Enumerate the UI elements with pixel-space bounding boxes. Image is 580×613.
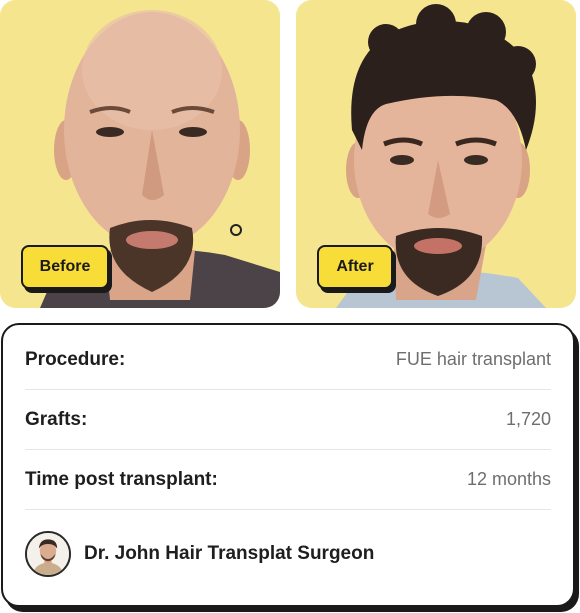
detail-label: Grafts: <box>25 408 88 430</box>
before-photo-card: Before <box>0 0 280 308</box>
surgeon-name: Dr. John Hair Transplat Surgeon <box>84 543 375 564</box>
before-label: Before <box>21 245 109 289</box>
detail-label: Time post transplant: <box>25 468 218 490</box>
detail-value: FUE hair transplant <box>395 349 551 369</box>
after-label: After <box>317 245 393 289</box>
procedure-details-card: Procedure: FUE hair transplant Grafts: 1… <box>1 323 575 607</box>
detail-label: Procedure: <box>25 348 126 370</box>
detail-value: 1,720 <box>505 409 551 429</box>
surgeon-avatar-icon <box>27 533 69 575</box>
detail-row-grafts: Grafts: 1,720 <box>25 390 551 450</box>
detail-value: 12 months <box>466 469 551 489</box>
after-photo-card: After <box>296 0 576 308</box>
detail-row-procedure: Procedure: FUE hair transplant <box>25 330 551 390</box>
surgeon-row: Dr. John Hair Transplat Surgeon <box>25 529 374 579</box>
avatar <box>25 531 71 577</box>
detail-row-time-post-transplant: Time post transplant: 12 months <box>25 450 551 510</box>
